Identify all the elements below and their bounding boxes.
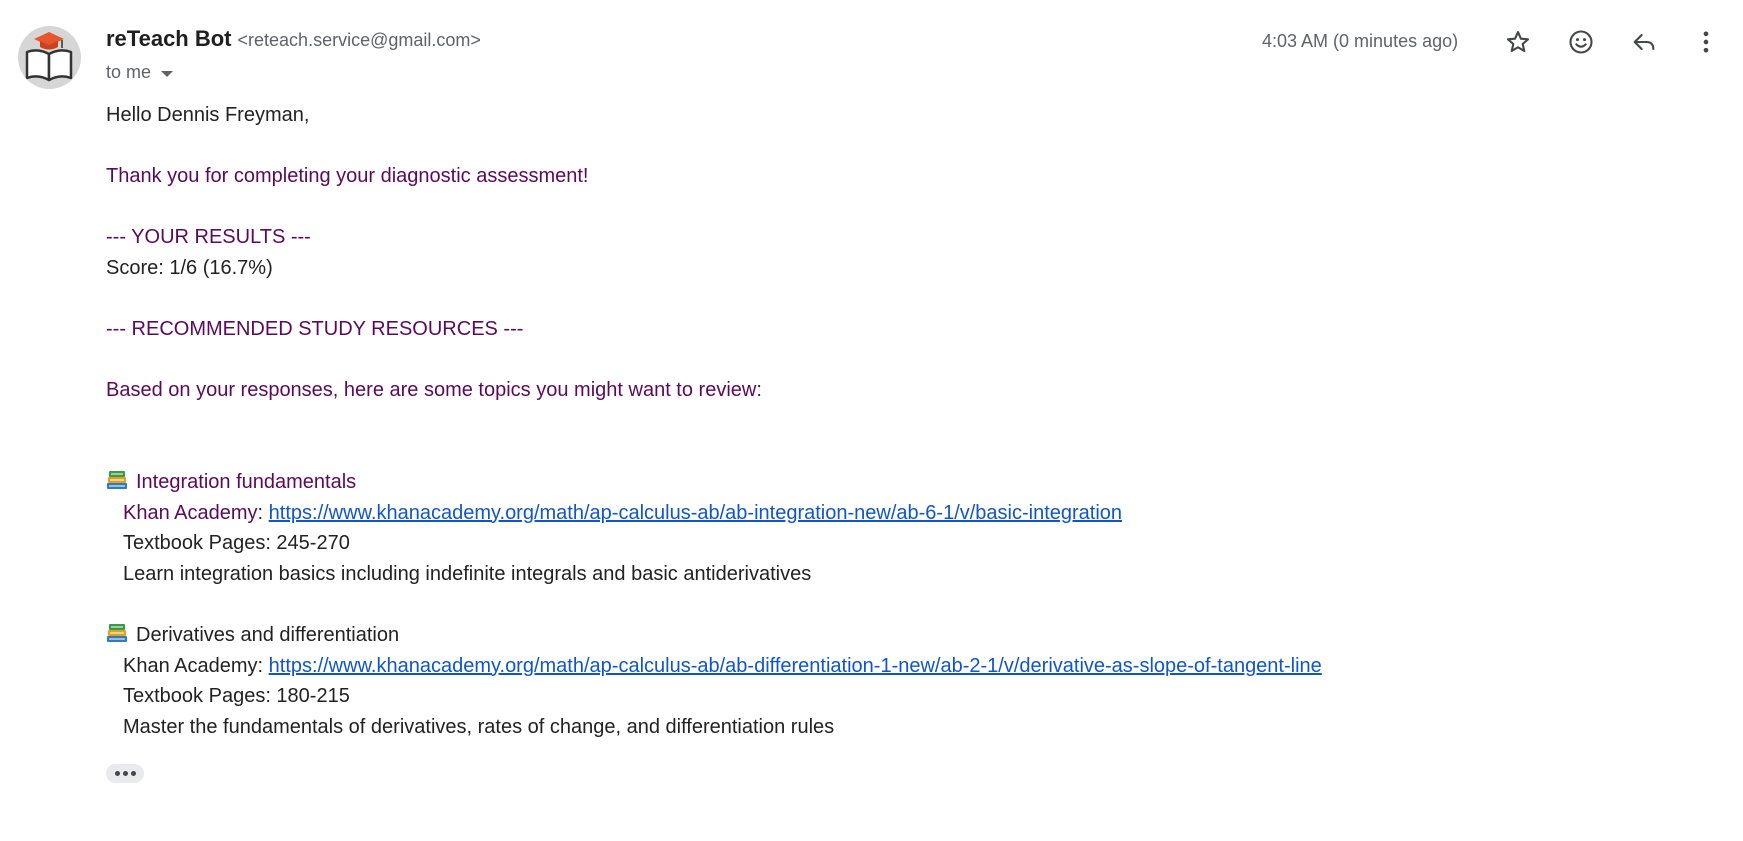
recipient-details-toggle[interactable]: to me — [106, 62, 174, 83]
topic-description: Learn integration basics including indef… — [123, 562, 812, 585]
books-icon — [107, 624, 127, 643]
star-button[interactable] — [1498, 22, 1538, 62]
topic-title: Derivatives and differentiation — [106, 620, 1322, 651]
more-options-button[interactable] — [1686, 22, 1726, 62]
intro-text: Based on your responses, here are some t… — [106, 379, 762, 402]
thanks-text: Thank you for completing your diagnostic… — [106, 165, 589, 188]
book-graduation-icon — [25, 32, 73, 82]
resources-heading: --- RECOMMENDED STUDY RESOURCES --- — [106, 318, 524, 341]
khan-resource: Khan Academy: https://www.khanacademy.or… — [106, 498, 1322, 529]
dot — [130, 771, 136, 776]
khan-link[interactable]: https://www.khanacademy.org/math/ap-calc… — [269, 502, 1122, 524]
books-icon — [107, 471, 127, 490]
khan-resource: Khan Academy: https://www.khanacademy.or… — [106, 651, 1322, 682]
reply-button[interactable] — [1624, 22, 1664, 62]
sender-name[interactable]: reTeach Bot — [106, 26, 232, 52]
show-trimmed-content-button[interactable] — [106, 764, 144, 783]
message-timestamp: 4:03 AM (0 minutes ago) — [1262, 31, 1459, 51]
sender-email: <reteach.service@gmail.com> — [237, 30, 481, 50]
textbook-pages: Textbook Pages: 245-270 — [123, 532, 350, 555]
topic-description: Master the fundamentals of derivatives, … — [123, 715, 835, 738]
dot — [122, 771, 128, 776]
khan-label: Khan Academy: — [123, 654, 269, 677]
results-heading: --- YOUR RESULTS --- — [106, 226, 311, 249]
message-body: Hello Dennis Freyman, Thank you for comp… — [106, 100, 1322, 742]
more-vert-icon — [1703, 31, 1709, 53]
khan-label: Khan Academy: — [123, 501, 269, 524]
caret-down-icon — [161, 70, 174, 77]
topic-title-text: Integration fundamentals — [136, 471, 357, 494]
dot — [114, 771, 120, 776]
recipient-label: to me — [106, 62, 152, 82]
greeting: Hello Dennis Freyman, — [106, 104, 310, 126]
emoji-icon — [1569, 30, 1593, 54]
topic-title: Integration fundamentals — [106, 467, 1322, 498]
reply-icon — [1633, 33, 1655, 51]
score-text: Score: 1/6 (16.7%) — [106, 256, 273, 279]
textbook-pages: Textbook Pages: 180-215 — [123, 685, 350, 708]
sender-avatar[interactable] — [18, 26, 81, 89]
topic-title-text: Derivatives and differentiation — [136, 624, 400, 647]
star-icon — [1506, 31, 1530, 53]
khan-link[interactable]: https://www.khanacademy.org/math/ap-calc… — [269, 655, 1322, 677]
sender-line: reTeach Bot <reteach.service@gmail.com> — [106, 26, 481, 56]
add-reaction-button[interactable] — [1561, 22, 1601, 62]
